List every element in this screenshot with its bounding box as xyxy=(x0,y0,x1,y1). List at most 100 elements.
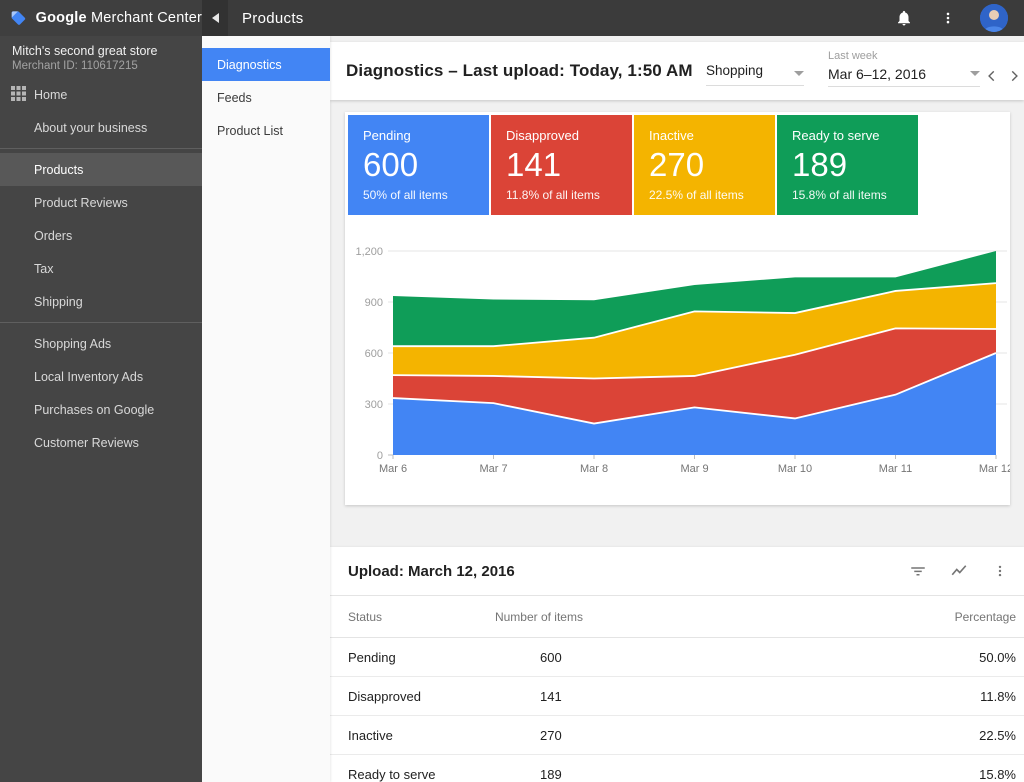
card-share: 15.8% of all items xyxy=(792,188,903,202)
table-header-row: Status Number of items Percentage xyxy=(330,595,1024,638)
collapse-sidebar-button[interactable] xyxy=(202,0,228,36)
sidebar-item-purchases-on-google[interactable]: Purchases on Google xyxy=(0,393,202,426)
y-axis-tick-label: 300 xyxy=(365,399,383,411)
sidebar-divider xyxy=(0,148,202,149)
subnav-item-diagnostics[interactable]: Diagnostics xyxy=(202,48,330,81)
summary-card-disapproved[interactable]: Disapproved 141 11.8% of all items xyxy=(491,115,632,215)
products-subnav: DiagnosticsFeedsProduct List xyxy=(202,36,330,782)
filter-list-icon xyxy=(909,562,927,580)
x-axis-tick-label: Mar 8 xyxy=(580,463,608,475)
sidebar-item-label: Products xyxy=(34,163,83,177)
next-period-button[interactable] xyxy=(1004,66,1024,86)
summary-card-inactive[interactable]: Inactive 270 22.5% of all items xyxy=(634,115,775,215)
column-header-percentage: Percentage xyxy=(562,610,1016,624)
store-info: Mitch's second great store Merchant ID: … xyxy=(0,36,202,78)
sidebar-item-label: Orders xyxy=(34,229,72,243)
notifications-button[interactable] xyxy=(892,6,916,30)
sidebar-divider xyxy=(0,322,202,323)
channel-select-value: Shopping xyxy=(706,63,763,78)
cell-number: 600 xyxy=(495,650,562,665)
more-vert-icon xyxy=(993,563,1007,579)
page-title: Products xyxy=(242,10,892,27)
sidebar-item-customer-reviews[interactable]: Customer Reviews xyxy=(0,426,202,459)
summary-card-ready-to-serve[interactable]: Ready to serve 189 15.8% of all items xyxy=(777,115,918,215)
channel-select[interactable]: Shopping xyxy=(706,58,804,86)
sidebar-item-home[interactable]: Home xyxy=(0,78,202,111)
diagnostics-header: Diagnostics – Last upload: Today, 1:50 A… xyxy=(330,42,1024,100)
diagnostics-title: Diagnostics – Last upload: Today, 1:50 A… xyxy=(346,42,693,100)
more-options-button[interactable] xyxy=(936,6,960,30)
date-range-value: Mar 6–12, 2016 xyxy=(828,66,926,82)
period-label: Last week xyxy=(828,50,980,62)
cell-status: Pending xyxy=(348,650,495,665)
sidebar-item-shopping-ads[interactable]: Shopping Ads xyxy=(0,327,202,360)
upload-table-title: Upload: March 12, 2016 xyxy=(348,563,906,580)
sidebar-item-products[interactable]: Products xyxy=(0,153,202,186)
card-share: 50% of all items xyxy=(363,188,474,202)
column-header-status: Status xyxy=(348,610,495,624)
sidebar-item-shipping[interactable]: Shipping xyxy=(0,285,202,318)
merchant-center-app: Google Merchant Center Products xyxy=(0,0,1024,782)
sidebar-item-label: Customer Reviews xyxy=(34,436,139,450)
sidebar-item-about-your-business[interactable]: About your business xyxy=(0,111,202,144)
y-axis-tick-label: 0 xyxy=(377,450,383,462)
date-range-select[interactable]: Last week Mar 6–12, 2016 xyxy=(828,50,980,87)
sidebar-item-tax[interactable]: Tax xyxy=(0,252,202,285)
table-row-inactive: Inactive 270 22.5% xyxy=(330,716,1024,755)
card-label: Ready to serve xyxy=(792,128,903,143)
sidebar-item-label: Product Reviews xyxy=(34,196,128,210)
sidebar-item-label: Shopping Ads xyxy=(34,337,111,351)
y-axis-tick-label: 900 xyxy=(365,297,383,309)
column-header-number: Number of items xyxy=(495,610,562,624)
card-label: Pending xyxy=(363,128,474,143)
notifications-bell-icon xyxy=(895,9,913,27)
subnav-item-feeds[interactable]: Feeds xyxy=(202,81,330,114)
brand-text: Google Merchant Center xyxy=(36,10,202,26)
y-axis-tick-label: 1,200 xyxy=(355,246,383,258)
cell-status: Inactive xyxy=(348,728,495,743)
store-name: Mitch's second great store xyxy=(12,44,190,59)
previous-period-button[interactable] xyxy=(982,66,1002,86)
sidebar-item-product-reviews[interactable]: Product Reviews xyxy=(0,186,202,219)
main-sidebar: Mitch's second great store Merchant ID: … xyxy=(0,36,202,782)
card-value: 270 xyxy=(649,147,760,183)
show-chart-button[interactable] xyxy=(947,559,971,583)
sidebar-item-orders[interactable]: Orders xyxy=(0,219,202,252)
merchant-tag-logo-icon xyxy=(10,7,27,29)
brand-logo[interactable]: Google Merchant Center xyxy=(0,0,202,36)
cell-percentage: 22.5% xyxy=(562,728,1016,743)
x-axis-tick-label: Mar 9 xyxy=(680,463,708,475)
cell-status: Disapproved xyxy=(348,689,495,704)
filter-button[interactable] xyxy=(906,559,930,583)
subnav-item-product-list[interactable]: Product List xyxy=(202,114,330,147)
cell-status: Ready to serve xyxy=(348,767,495,782)
sidebar-item-label: About your business xyxy=(34,121,147,135)
summary-card-pending[interactable]: Pending 600 50% of all items xyxy=(348,115,489,215)
cell-number: 270 xyxy=(495,728,562,743)
card-share: 22.5% of all items xyxy=(649,188,760,202)
y-axis-tick-label: 600 xyxy=(365,348,383,360)
x-axis-tick-label: Mar 11 xyxy=(879,463,912,475)
dropdown-caret-icon xyxy=(794,71,804,76)
cell-number: 141 xyxy=(495,689,562,704)
card-value: 600 xyxy=(363,147,474,183)
card-label: Inactive xyxy=(649,128,760,143)
table-more-options-button[interactable] xyxy=(988,559,1012,583)
dropdown-caret-icon xyxy=(970,71,980,76)
chevron-right-icon xyxy=(1007,69,1021,83)
cell-percentage: 11.8% xyxy=(562,689,1016,704)
cell-percentage: 15.8% xyxy=(562,767,1016,782)
more-vert-icon xyxy=(941,10,955,26)
top-app-bar: Google Merchant Center Products xyxy=(0,0,1024,36)
table-body: Pending 600 50.0% Disapproved 141 11.8% In… xyxy=(330,638,1024,782)
avatar-image xyxy=(980,4,1008,32)
sidebar-item-label: Purchases on Google xyxy=(34,403,154,417)
cell-number: 189 xyxy=(495,767,562,782)
stacked-area-chart: 03006009001,200Mar 6Mar 7Mar 8Mar 9Mar 1… xyxy=(345,230,1010,492)
x-axis-tick-label: Mar 12 xyxy=(979,463,1010,475)
table-row-pending: Pending 600 50.0% xyxy=(330,638,1024,677)
sidebar-item-local-inventory-ads[interactable]: Local Inventory Ads xyxy=(0,360,202,393)
cell-percentage: 50.0% xyxy=(562,650,1016,665)
sidebar-item-label: Tax xyxy=(34,262,53,276)
avatar[interactable] xyxy=(980,4,1008,32)
